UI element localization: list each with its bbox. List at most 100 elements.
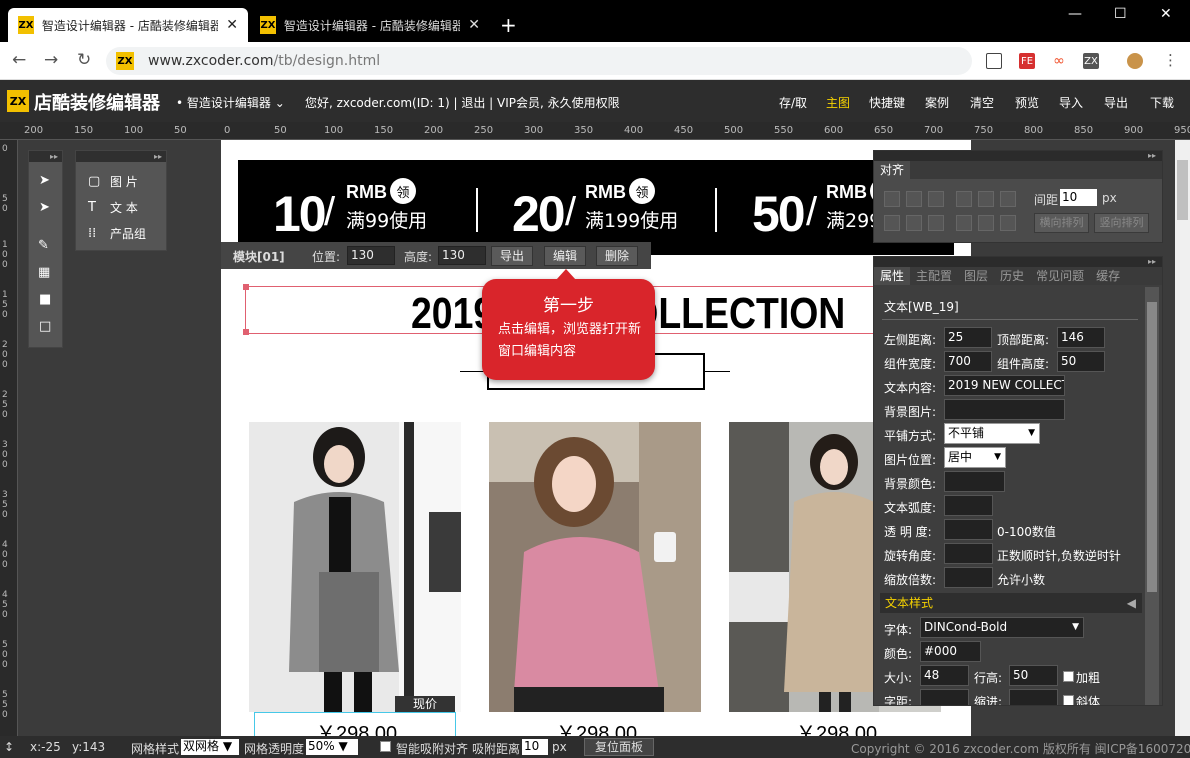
infinity-extension-icon[interactable]: ∞ xyxy=(1051,53,1067,69)
text-style-section[interactable]: 文本样式 ◀ xyxy=(880,593,1142,613)
back-icon[interactable]: ← xyxy=(12,50,26,70)
menu-save-load[interactable]: 存/取 xyxy=(779,94,807,111)
reload-icon[interactable]: ↻ xyxy=(77,50,91,70)
align-left-icon[interactable] xyxy=(884,191,900,207)
close-window-button[interactable]: ✕ xyxy=(1160,6,1172,22)
letter-spacing-input[interactable] xyxy=(920,689,969,705)
menu-download[interactable]: 下载 xyxy=(1150,94,1174,111)
product-image-2[interactable] xyxy=(489,422,701,712)
position-input[interactable]: 130 xyxy=(347,246,395,265)
panel-collapse-icon[interactable]: ▸▸ xyxy=(874,151,1162,161)
scale-input[interactable] xyxy=(944,567,993,588)
line-height-input[interactable]: 50 xyxy=(1009,665,1058,686)
opacity-input[interactable] xyxy=(944,519,993,540)
align-top-icon[interactable] xyxy=(956,191,972,207)
panel-collapse-icon[interactable]: ▸▸ xyxy=(29,151,62,162)
product-image-1[interactable] xyxy=(249,422,461,712)
app-subtitle-dropdown[interactable]: • 智造设计编辑器 ⌄ xyxy=(176,94,285,111)
rotate-input[interactable] xyxy=(944,543,993,564)
font-select[interactable]: DINCond-Bold ▼ xyxy=(920,617,1084,638)
export-button[interactable]: 导出 xyxy=(491,246,534,266)
image-position-select[interactable]: 居中 ▼ xyxy=(944,447,1006,468)
menu-export[interactable]: 导出 xyxy=(1104,94,1128,111)
product-price-2[interactable]: ￥298.00 xyxy=(556,717,637,736)
indent-input[interactable] xyxy=(1009,689,1058,705)
url-field[interactable]: ZX www.zxcoder.com/tb/design.html xyxy=(106,47,972,75)
design-canvas[interactable]: 10 / RMB 领 满99使用 20 / RMB 领 满199使用 50 / … xyxy=(221,140,971,736)
tab-properties[interactable]: 属性 xyxy=(874,267,911,285)
tile-mode-select[interactable]: 不平铺 ▼ xyxy=(944,423,1040,444)
page-scrollbar[interactable] xyxy=(1175,140,1190,736)
distribute-center-icon[interactable] xyxy=(906,215,922,231)
top-distance-input[interactable]: 146 xyxy=(1057,327,1105,348)
product-price-1[interactable]: ￥298.00 xyxy=(316,717,397,736)
bg-image-input[interactable] xyxy=(944,399,1065,420)
menu-import[interactable]: 导入 xyxy=(1059,94,1083,111)
menu-preview[interactable]: 预览 xyxy=(1015,94,1039,111)
insert-image-button[interactable]: ▢ 图 片 xyxy=(88,173,138,190)
distribute-bottom-icon[interactable] xyxy=(1000,215,1016,231)
panel-collapse-icon[interactable]: ▸▸ xyxy=(76,151,166,162)
tab-faq[interactable]: 常见问题 xyxy=(1030,267,1090,285)
menu-shortcuts[interactable]: 快捷键 xyxy=(869,94,905,111)
resize-handle[interactable] xyxy=(243,329,249,335)
distribute-left-icon[interactable] xyxy=(884,215,900,231)
text-content-input[interactable]: 2019 NEW COLLECTION xyxy=(944,375,1065,396)
tab-cache[interactable]: 缓存 xyxy=(1090,267,1126,285)
screenshot-extension-icon[interactable] xyxy=(986,53,1002,69)
height-input[interactable]: 130 xyxy=(438,246,486,265)
product-price-3[interactable]: ￥298.00 xyxy=(796,717,877,736)
fe-extension-icon[interactable]: FE xyxy=(1019,53,1035,69)
tab-align[interactable]: 对齐 xyxy=(874,161,911,179)
page-scroll-thumb[interactable] xyxy=(1177,160,1188,220)
align-center-h-icon[interactable] xyxy=(906,191,922,207)
size-input[interactable]: 48 xyxy=(920,665,969,686)
snap-distance-input[interactable]: 10 xyxy=(522,739,548,755)
menu-examples[interactable]: 案例 xyxy=(925,94,949,111)
select-arrow-icon[interactable]: ➤ xyxy=(39,173,50,188)
spacing-input[interactable]: 10 xyxy=(1060,189,1097,206)
edit-button[interactable]: 编辑 xyxy=(544,246,587,266)
insert-product-group-button[interactable]: ⁞⁞ 产品组 xyxy=(88,225,146,242)
bg-color-input[interactable] xyxy=(944,471,1005,492)
left-distance-input[interactable]: 25 xyxy=(944,327,992,348)
horizontal-arrange-button[interactable]: 横向排列 xyxy=(1034,213,1089,233)
tab-main-config[interactable]: 主配置 xyxy=(910,267,958,285)
coupon-10[interactable]: 10 / RMB 领 满99使用 xyxy=(238,160,473,255)
panel-collapse-icon[interactable]: ▸▸ xyxy=(874,257,1162,267)
properties-scroll-thumb[interactable] xyxy=(1147,302,1157,592)
unlock-icon[interactable]: □ xyxy=(39,319,51,334)
width-input[interactable]: 700 xyxy=(944,351,992,372)
align-bottom-icon[interactable] xyxy=(1000,191,1016,207)
coupon-20[interactable]: 20 / RMB 领 满199使用 xyxy=(478,160,713,255)
browser-tab-active[interactable]: ZX 智造设计编辑器 - 店酷装修编辑器 ✕ xyxy=(8,8,248,42)
distribute-top-icon[interactable] xyxy=(956,215,972,231)
snap-checkbox[interactable] xyxy=(380,741,391,752)
coupon-banner[interactable]: 10 / RMB 领 满99使用 20 / RMB 领 满199使用 50 / … xyxy=(238,160,954,255)
resize-handle[interactable] xyxy=(243,284,249,290)
reset-panel-button[interactable]: 复位面板 xyxy=(584,738,655,756)
profile-avatar[interactable] xyxy=(1127,53,1143,69)
tab-layers[interactable]: 图层 xyxy=(958,267,994,285)
delete-button[interactable]: 删除 xyxy=(596,246,639,266)
minimize-button[interactable]: — xyxy=(1068,6,1082,22)
grid-opacity-select[interactable]: 50% ▼ xyxy=(306,739,358,755)
menu-main-image[interactable]: 主图 xyxy=(826,94,850,111)
insert-text-button[interactable]: T文 本 xyxy=(88,199,138,216)
grid-style-select[interactable]: 双网格 ▼ xyxy=(181,739,239,755)
grid-tool-icon[interactable]: ▦ xyxy=(38,265,50,280)
tab-history[interactable]: 历史 xyxy=(994,267,1030,285)
browser-tab-inactive[interactable]: ZX 智造设计编辑器 - 店酷装修编辑器 ✕ xyxy=(250,8,490,42)
align-middle-icon[interactable] xyxy=(978,191,994,207)
distribute-middle-icon[interactable] xyxy=(978,215,994,231)
italic-checkbox[interactable] xyxy=(1063,695,1074,705)
ruler-tool-icon[interactable]: ✎ xyxy=(38,238,49,253)
text-radius-input[interactable] xyxy=(944,495,993,516)
browser-menu-icon[interactable]: ⋮ xyxy=(1163,51,1178,69)
direct-select-icon[interactable]: ➤ xyxy=(39,200,50,215)
zx-extension-icon[interactable]: ZX xyxy=(1083,53,1099,69)
align-right-icon[interactable] xyxy=(928,191,944,207)
new-tab-button[interactable]: + xyxy=(500,13,517,37)
vertical-arrange-button[interactable]: 竖向排列 xyxy=(1094,213,1149,233)
color-input[interactable]: #000 xyxy=(920,641,981,662)
